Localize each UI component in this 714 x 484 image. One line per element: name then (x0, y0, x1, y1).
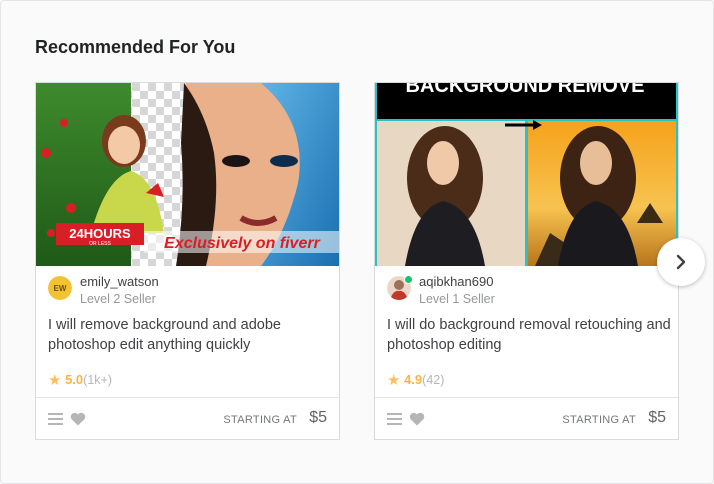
gig-title[interactable]: I will remove background and adobe photo… (48, 315, 333, 355)
section-title: Recommended For You (35, 37, 236, 57)
online-status-indicator (404, 275, 413, 284)
gig-rating: ★ 5.0(1k+) (48, 371, 112, 389)
starting-at-label: STARTING AT (223, 414, 297, 426)
heart-icon[interactable] (70, 412, 86, 426)
recommended-section: Recommended For You 24HOURS OR LESS Excl… (0, 0, 714, 484)
gig-title[interactable]: I will do background removal retouching … (387, 315, 672, 355)
seller-level: Level 2 Seller (80, 292, 156, 306)
gig-rating: ★ 4.9(42) (387, 371, 444, 389)
rating-value: 4.9 (404, 372, 423, 387)
price[interactable]: $5 (309, 409, 327, 427)
starting-at-label: STARTING AT (562, 414, 636, 426)
menu-icon[interactable] (48, 412, 63, 426)
price[interactable]: $5 (648, 409, 666, 427)
svg-text:EW: EW (54, 284, 67, 293)
seller-level: Level 1 Seller (419, 292, 495, 306)
svg-text:Exclusively on fiverr: Exclusively on fiverr (164, 235, 320, 252)
star-icon: ★ (387, 372, 401, 389)
carousel-next-button[interactable] (657, 238, 705, 286)
seller-name[interactable]: aqibkhan690 (419, 274, 493, 289)
heart-icon[interactable] (409, 412, 425, 426)
gig-thumbnail[interactable]: BACKGROUND REMOVE (375, 83, 678, 266)
seller-avatar[interactable]: EW (48, 276, 72, 300)
svg-text:24HOURS: 24HOURS (69, 226, 131, 241)
card-footer: STARTING AT $5 (36, 397, 339, 439)
star-icon: ★ (48, 372, 62, 389)
gig-thumbnail[interactable]: 24HOURS OR LESS Exclusively on fiverr (36, 83, 339, 266)
rating-count: (42) (422, 373, 445, 387)
rating-count: (1k+) (83, 373, 112, 387)
chevron-right-icon (676, 254, 686, 270)
seller-name[interactable]: emily_watson (80, 274, 159, 289)
svg-text:OR LESS: OR LESS (89, 241, 111, 247)
svg-text:BACKGROUND REMOVE: BACKGROUND REMOVE (406, 83, 645, 97)
gig-card[interactable]: BACKGROUND REMOVE aqibkhan690 Level 1 Se… (374, 82, 679, 440)
menu-icon[interactable] (387, 412, 402, 426)
gig-card[interactable]: 24HOURS OR LESS Exclusively on fiverr EW… (35, 82, 340, 440)
rating-value: 5.0 (65, 372, 84, 387)
card-footer: STARTING AT $5 (375, 397, 678, 439)
